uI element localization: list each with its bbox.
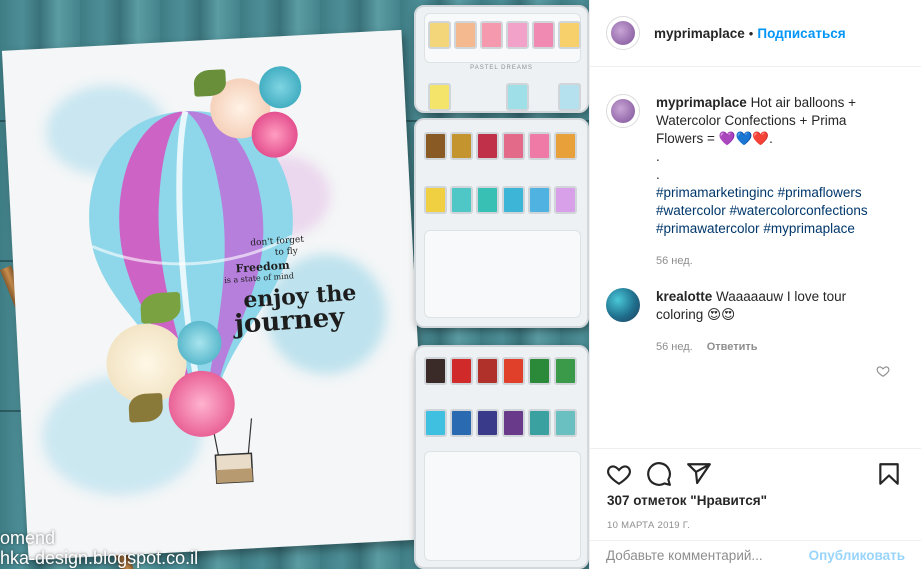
- watermark-text-2: hka-design.blogspot.co.il: [0, 548, 199, 568]
- action-bar: 307 отметок "Нравится" 10 МАРТА 2019 Г. …: [590, 448, 921, 569]
- art-card: don't forget to fly Freedom is a state o…: [1, 29, 429, 561]
- hashtag-link[interactable]: #primaflowers: [778, 185, 862, 200]
- hashtag-link[interactable]: #primamarketinginc: [656, 185, 774, 200]
- caption-body: myprimaplace Hot air balloons + Watercol…: [656, 94, 884, 270]
- comment-input[interactable]: [606, 548, 809, 563]
- instagram-post: don't forget to fly Freedom is a state o…: [0, 0, 921, 569]
- post-image[interactable]: don't forget to fly Freedom is a state o…: [0, 0, 589, 569]
- hashtag-link[interactable]: #myprimaplace: [763, 221, 855, 236]
- comment-body: krealotte Waaaaauw I love tour coloring …: [656, 288, 884, 356]
- paper-plane-icon[interactable]: [686, 461, 712, 487]
- palette-label: PASTEL DREAMS: [470, 65, 533, 71]
- caption-username[interactable]: myprimaplace: [656, 95, 747, 110]
- comment-like-heart-icon[interactable]: [876, 364, 890, 378]
- comment-icon[interactable]: [646, 461, 672, 487]
- comment-timestamp[interactable]: 56 нед.: [656, 341, 693, 353]
- post-date[interactable]: 10 МАРТА 2019 Г.: [607, 520, 690, 531]
- comments-section: myprimaplace Hot air balloons + Watercol…: [590, 68, 921, 448]
- avatar-image: [611, 21, 635, 45]
- author-username[interactable]: myprimaplace: [654, 26, 745, 41]
- hashtag-link[interactable]: #watercolorconfections: [730, 203, 868, 218]
- heart-icon[interactable]: [606, 461, 632, 487]
- hashtag-link[interactable]: #primawatercolor: [656, 221, 760, 236]
- hashtag-list: #primamarketinginc #primaflowers #waterc…: [656, 184, 884, 238]
- watercolor-palette-bright: [414, 118, 589, 328]
- caption-row: myprimaplace Hot air balloons + Watercol…: [606, 94, 884, 270]
- watermark-text-1: omend: [0, 528, 56, 548]
- watercolor-palette-pastel: PASTEL DREAMS: [414, 5, 589, 113]
- follow-button[interactable]: Подписаться: [757, 26, 845, 41]
- caption-dot: .: [656, 149, 660, 164]
- watercolor-palette-rainbow: [414, 345, 589, 569]
- post-header: myprimaplace • Подписаться: [590, 0, 921, 67]
- bookmark-icon[interactable]: [876, 461, 902, 487]
- stamp-text-to-fly: to fly: [274, 246, 299, 258]
- header-separator: •: [748, 25, 754, 41]
- comment-username[interactable]: krealotte: [656, 289, 712, 304]
- add-comment-bar: Опубликовать: [590, 540, 921, 569]
- caption-dot: .: [656, 167, 660, 182]
- publish-button[interactable]: Опубликовать: [809, 548, 905, 563]
- caption-avatar[interactable]: [606, 94, 640, 128]
- hashtag-link[interactable]: #watercolor: [656, 203, 726, 218]
- caption-timestamp[interactable]: 56 нед.: [656, 252, 884, 270]
- author-avatar[interactable]: [606, 16, 640, 50]
- comment-meta: 56 нед. Ответить: [656, 338, 884, 356]
- likes-count[interactable]: 307 отметок "Нравится": [607, 493, 767, 508]
- post-sidebar: myprimaplace • Подписаться myprimaplace …: [589, 0, 921, 569]
- avatar-image: [611, 99, 635, 123]
- commenter-avatar[interactable]: [606, 288, 640, 322]
- comment-row: krealotte Waaaaauw I love tour coloring …: [606, 288, 884, 356]
- reply-button[interactable]: Ответить: [707, 341, 758, 353]
